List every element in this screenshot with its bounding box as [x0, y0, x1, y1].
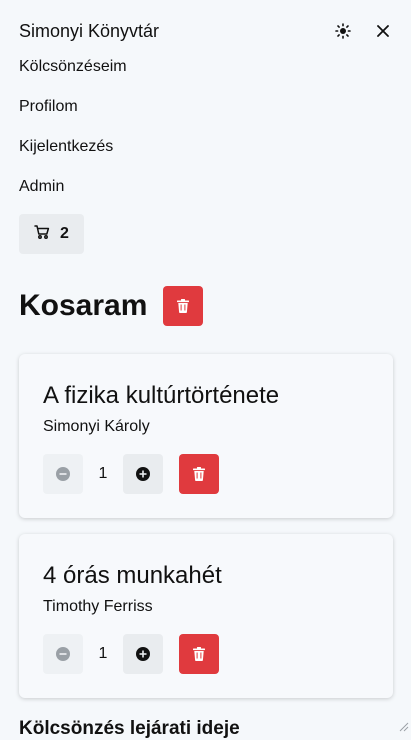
- quantity-value: 1: [98, 465, 108, 482]
- minus-circle-icon: [56, 467, 70, 481]
- decrease-button[interactable]: [43, 454, 83, 494]
- trash-icon: [193, 647, 205, 661]
- decrease-button[interactable]: [43, 634, 83, 674]
- header-actions: [334, 22, 392, 40]
- nav-item-admin[interactable]: Admin: [19, 176, 127, 216]
- page-header: Kosaram: [19, 286, 204, 326]
- minus-circle-icon: [56, 647, 70, 661]
- resize-handle-icon[interactable]: [397, 720, 409, 732]
- book-author: Simonyi Károly: [43, 418, 150, 435]
- plus-circle-icon: [136, 467, 150, 481]
- book-author: Timothy Ferriss: [43, 598, 153, 615]
- clear-cart-button[interactable]: [163, 286, 204, 326]
- cart-button[interactable]: 2: [19, 214, 84, 254]
- quantity-stepper: 1: [43, 634, 219, 674]
- quantity-value: 1: [98, 645, 108, 662]
- section-title-loan-expiry: Kölcsönzés lejárati ideje: [19, 718, 240, 739]
- page-title: Kosaram: [19, 289, 148, 322]
- increase-button[interactable]: [123, 634, 163, 674]
- sun-icon[interactable]: [334, 22, 352, 40]
- cart-item-card: A fizika kultúrtörténete Simonyi Károly …: [19, 354, 393, 518]
- increase-button[interactable]: [123, 454, 163, 494]
- cart-count: 2: [60, 225, 69, 242]
- close-icon[interactable]: [374, 22, 392, 40]
- main-nav: Kölcsönzéseim Profilom Kijelentkezés Adm…: [19, 56, 127, 216]
- book-title: 4 órás munkahét: [43, 562, 222, 589]
- trash-icon: [177, 299, 190, 313]
- cart-icon: [34, 224, 50, 245]
- remove-item-button[interactable]: [179, 634, 219, 674]
- cart-item-card: 4 órás munkahét Timothy Ferriss 1: [19, 534, 393, 698]
- app-title[interactable]: Simonyi Könyvtár: [19, 21, 159, 42]
- book-title: A fizika kultúrtörténete: [43, 382, 280, 409]
- nav-item-loans[interactable]: Kölcsönzéseim: [19, 56, 127, 96]
- trash-icon: [193, 467, 205, 481]
- app-header: Simonyi Könyvtár: [19, 18, 392, 44]
- quantity-stepper: 1: [43, 454, 219, 494]
- plus-circle-icon: [136, 647, 150, 661]
- nav-item-logout[interactable]: Kijelentkezés: [19, 136, 127, 176]
- remove-item-button[interactable]: [179, 454, 219, 494]
- nav-item-profile[interactable]: Profilom: [19, 96, 127, 136]
